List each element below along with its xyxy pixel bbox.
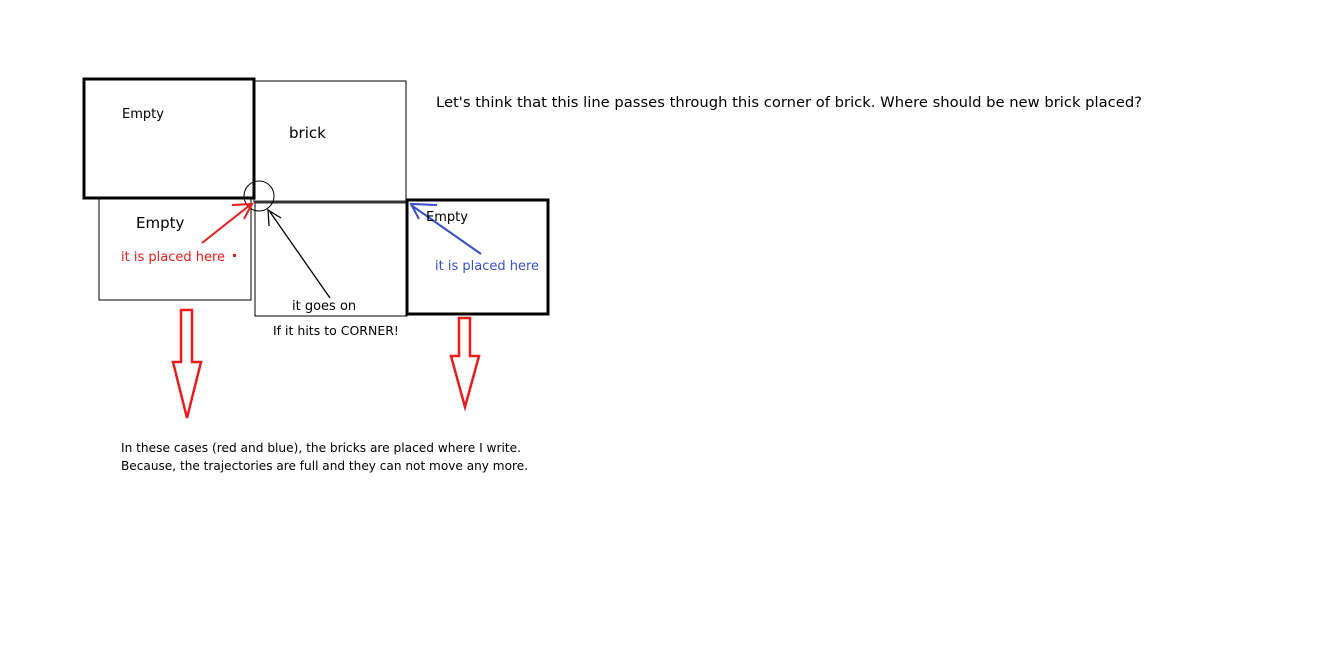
explanation-line-2: Because, the trajectories are full and t… — [121, 458, 528, 473]
red-down-arrow-right — [449, 316, 481, 412]
black-pointer-arrow — [269, 211, 331, 299]
red-note-label: it is placed here — [121, 250, 225, 265]
lower-left-box-label: Empty — [136, 214, 184, 232]
top-left-box-label: Empty — [122, 107, 164, 122]
red-down-arrow-left — [171, 308, 203, 419]
corner-note-label: If it hits to CORNER! — [273, 323, 399, 338]
brick-box — [253, 80, 407, 203]
question-label: Let's think that this line passes throug… — [436, 95, 1142, 111]
brick-placement-diagram: Empty brick Empty Empty it is placed her… — [82, 77, 1142, 473]
red-dot — [233, 254, 236, 257]
explanation-line-1: In these cases (red and blue), the brick… — [121, 440, 521, 455]
right-box-label: Empty — [426, 210, 468, 225]
goes-on-label: it goes on — [292, 299, 356, 314]
top-left-empty-box — [82, 77, 256, 200]
brick-box-label: brick — [289, 124, 326, 142]
blue-note-label: it is placed here — [435, 259, 539, 274]
red-pointer-arrow — [201, 204, 251, 244]
